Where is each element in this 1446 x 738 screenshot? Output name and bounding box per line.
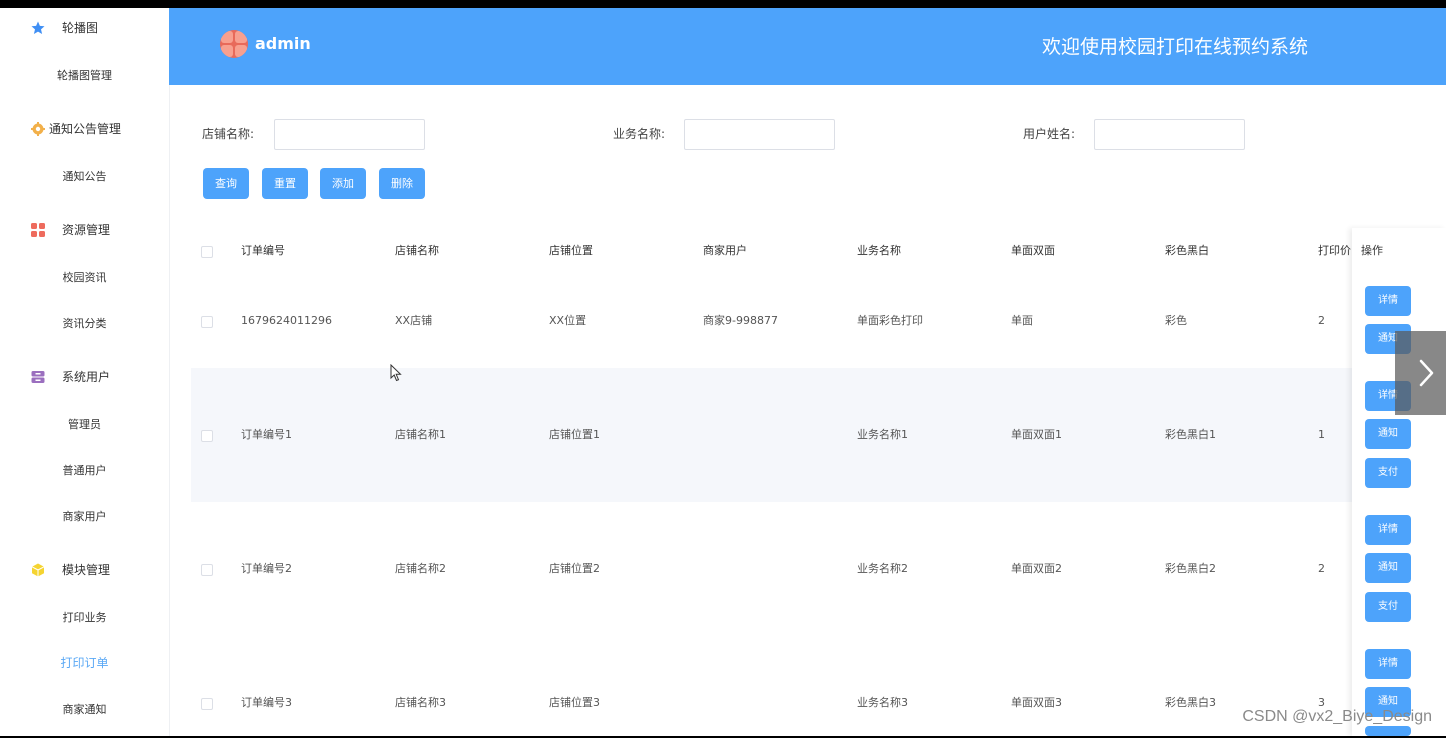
menu-group-system-users[interactable]: 系统用户 (0, 362, 169, 392)
column-header: 店铺名称 (395, 244, 439, 257)
cell-shop-name: XX店铺 (395, 314, 433, 327)
menu-group-label: 模块管理 (62, 563, 111, 577)
top-header: admin 欢迎使用校园打印在线预约系统 (169, 8, 1446, 85)
user-name-input[interactable] (1094, 119, 1245, 150)
grid-icon (31, 223, 45, 237)
row-checkbox[interactable] (201, 316, 213, 328)
column-header: 单面双面 (1011, 244, 1055, 257)
cell-merchant: 商家9-998877 (703, 314, 778, 327)
detail-button[interactable]: 详情 (1365, 649, 1411, 679)
cell-color: 彩色 (1165, 314, 1187, 327)
cell-shop-name: 店铺名称2 (395, 562, 446, 575)
notify-button[interactable]: 通知 (1365, 553, 1411, 583)
cell-order-no: 1679624011296 (241, 314, 332, 327)
menu-group-modules[interactable]: 模块管理 (0, 555, 169, 585)
menu-item-merchant-user[interactable]: 商家用户 (0, 505, 169, 529)
cell-sides: 单面双面1 (1011, 428, 1062, 441)
menu-group-notice[interactable]: 通知公告管理 (0, 114, 169, 144)
add-button[interactable]: 添加 (320, 168, 366, 199)
row-checkbox[interactable] (201, 698, 213, 710)
system-title: 欢迎使用校园打印在线预约系统 (1041, 36, 1308, 58)
menu-item-carousel-manage[interactable]: 轮播图管理 (0, 64, 169, 88)
cell-shop-location: 店铺位置1 (549, 428, 600, 441)
next-arrow-button[interactable] (1395, 331, 1446, 415)
menu-item-merchant-notice[interactable]: 商家通知 (0, 698, 169, 722)
row-checkbox[interactable] (201, 430, 213, 442)
column-header: 订单编号 (241, 244, 285, 257)
pay-button[interactable]: 支付 (1365, 592, 1411, 622)
cell-shop-location: XX位置 (549, 314, 587, 327)
shop-name-label: 店铺名称: (202, 127, 255, 141)
menu-item-campus-news[interactable]: 校园资讯 (0, 266, 169, 290)
menu-item-news-category[interactable]: 资讯分类 (0, 312, 169, 336)
menu-item-notice[interactable]: 通知公告 (0, 165, 169, 189)
delete-button[interactable]: 删除 (379, 168, 425, 199)
cell-shop-name: 店铺名称1 (395, 428, 446, 441)
menu-group-resources[interactable]: 资源管理 (0, 215, 169, 245)
cell-shop-name: 店铺名称3 (395, 696, 446, 709)
cell-price: 1 (1318, 428, 1325, 441)
shop-name-input[interactable] (274, 119, 425, 150)
reset-button[interactable]: 重置 (262, 168, 308, 199)
cell-order-no: 订单编号2 (241, 562, 292, 575)
menu-group-label: 资源管理 (62, 223, 111, 237)
cell-color: 彩色黑白3 (1165, 696, 1216, 709)
mouse-cursor-icon (390, 364, 402, 382)
cell-shop-location: 店铺位置3 (549, 696, 600, 709)
user-box-icon (31, 371, 45, 383)
service-name-input[interactable] (684, 119, 835, 150)
menu-item-print-order[interactable]: 打印订单 (0, 651, 169, 675)
gear-icon (31, 122, 45, 136)
cell-color: 彩色黑白2 (1165, 562, 1216, 575)
column-header: 彩色黑白 (1165, 244, 1209, 257)
cell-price: 2 (1318, 314, 1325, 327)
service-name-label: 业务名称: (613, 127, 666, 141)
avatar[interactable] (220, 30, 248, 58)
cell-sides: 单面 (1011, 314, 1033, 327)
watermark: CSDN @vx2_Biye_Design (1242, 708, 1432, 725)
table-row-stripe (191, 368, 1446, 502)
pay-button[interactable]: 支付 (1365, 458, 1411, 488)
cell-shop-location: 店铺位置2 (549, 562, 600, 575)
sidebar: 轮播图 轮播图管理 通知公告管理 通知公告 资源管理 校园资讯 资讯分类 系统用… (0, 8, 170, 736)
cell-sides: 单面双面2 (1011, 562, 1062, 575)
pay-button[interactable] (1365, 726, 1411, 736)
column-header: 打印价 (1318, 244, 1351, 257)
column-header: 商家用户 (703, 244, 747, 257)
cell-service: 业务名称1 (857, 428, 908, 441)
menu-group-carousel[interactable]: 轮播图 (0, 13, 169, 43)
cell-order-no: 订单编号1 (241, 428, 292, 441)
app-window: 轮播图 轮播图管理 通知公告管理 通知公告 资源管理 校园资讯 资讯分类 系统用… (0, 8, 1446, 736)
detail-button[interactable]: 详情 (1365, 515, 1411, 545)
detail-button[interactable]: 详情 (1365, 286, 1411, 316)
menu-group-label: 轮播图 (62, 21, 99, 35)
chevron-right-icon (1419, 359, 1434, 387)
cube-icon (31, 563, 45, 577)
cell-order-no: 订单编号3 (241, 696, 292, 709)
user-name-label: 用户姓名: (1023, 127, 1076, 141)
menu-item-admin[interactable]: 管理员 (0, 413, 169, 437)
menu-group-label: 系统用户 (62, 370, 111, 384)
cell-color: 彩色黑白1 (1165, 428, 1216, 441)
menu-group-label: 通知公告管理 (49, 122, 122, 136)
cell-service: 单面彩色打印 (857, 314, 923, 327)
query-button[interactable]: 查询 (203, 168, 249, 199)
username-label: admin (255, 34, 311, 53)
star-icon (31, 21, 45, 34)
row-checkbox[interactable] (201, 564, 213, 576)
cell-sides: 单面双面3 (1011, 696, 1062, 709)
column-header: 业务名称 (857, 244, 901, 257)
select-all-checkbox[interactable] (201, 246, 213, 258)
cell-service: 业务名称2 (857, 562, 908, 575)
cell-service: 业务名称3 (857, 696, 908, 709)
column-header-actions: 操作 (1361, 244, 1383, 257)
column-header: 店铺位置 (549, 244, 593, 257)
menu-item-normal-user[interactable]: 普通用户 (0, 459, 169, 483)
notify-button[interactable]: 通知 (1365, 419, 1411, 449)
cell-price: 2 (1318, 562, 1325, 575)
menu-item-print-service[interactable]: 打印业务 (0, 606, 169, 630)
